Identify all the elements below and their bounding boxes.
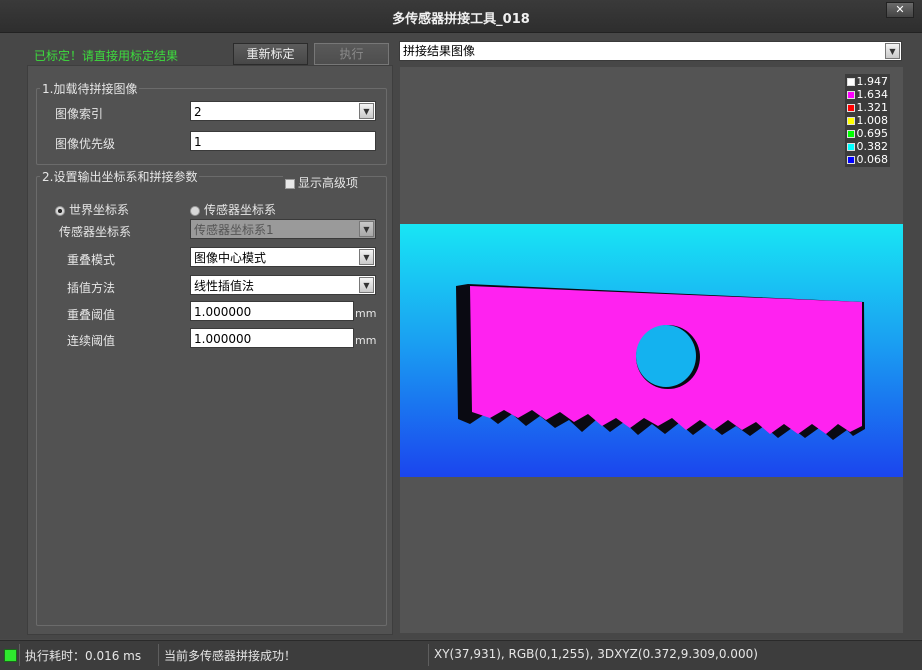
result-image-select-value: 拼接结果图像 [403,44,476,58]
legend-swatch [846,156,855,164]
overlap-mode-label: 重叠模式 [67,253,116,267]
image-priority-label: 图像优先级 [55,137,116,151]
legend-value: 1.008 [856,114,889,127]
sensor-coord-label: 传感器坐标系 [204,203,277,217]
show-advanced-label: 显示高级项 [298,176,359,190]
chevron-down-icon[interactable]: ▼ [359,103,374,119]
interp-value: 线性插值法 [194,279,255,293]
interp-select[interactable]: 线性插值法 ▼ [190,275,376,295]
legend-swatch [846,130,855,138]
execute-button[interactable]: 执行 [314,43,389,65]
image-index-value: 2 [194,105,202,119]
pixel-info: XY(37,931), RGB(0,1,255), 3DXYZ(0.372,9.… [434,647,758,661]
continuity-threshold-label: 连续阈值 [67,334,116,348]
status-bar: 执行耗时：0.016 ms 当前多传感器拼接成功！ XY(37,931), RG… [0,640,922,670]
chevron-down-icon[interactable]: ▼ [885,43,900,59]
radio-unselected-icon[interactable] [190,205,200,216]
settings-panel: 1.加载待拼接图像 图像索引 2 ▼ 图像优先级 1 2.设置输出坐标系和拼接参… [27,65,393,635]
overlap-threshold-input[interactable]: 1.000000 [190,301,354,321]
legend-entry: 1.634 [846,88,889,101]
legend-entry: 0.695 [846,127,889,140]
legend-value: 1.634 [856,88,889,101]
overlap-threshold-label: 重叠阈值 [67,308,116,322]
legend-entry: 1.008 [846,114,889,127]
legend-value: 1.321 [856,101,889,114]
result-image-select[interactable]: 拼接结果图像 ▼ [399,41,902,61]
legend-entry: 0.068 [846,153,889,166]
status-message: 当前多传感器拼接成功！ [164,649,297,663]
legend-swatch [846,143,855,151]
divider [158,644,159,666]
main-area: 已标定！请直接用标定结果 重新标定 执行 1.加载待拼接图像 图像索引 2 ▼ … [0,33,922,639]
exec-time: 执行耗时：0.016 ms [25,649,142,663]
sensor-coord-radio[interactable]: 传感器坐标系 [190,201,276,218]
legend-entry: 0.382 [846,140,889,153]
legend-value: 0.382 [856,140,889,153]
status-led-icon [4,649,17,662]
window-title: 多传感器拼接工具_018 [392,12,530,27]
world-coord-label: 世界坐标系 [69,203,130,217]
divider [19,644,20,666]
world-coord-radio[interactable]: 世界坐标系 [55,201,129,218]
overlap-threshold-unit: mm [355,307,377,320]
image-viewer[interactable]: 1.947 1.634 1.321 1.008 0.695 0.382 0.068 [400,67,903,633]
stitched-result-image[interactable] [400,224,903,477]
output-params-group [36,176,387,626]
calibration-status: 已标定！请直接用标定结果 [34,49,179,63]
radio-selected-icon[interactable] [55,205,65,216]
chevron-down-icon[interactable]: ▼ [359,277,374,293]
overlap-mode-select[interactable]: 图像中心模式 ▼ [190,247,376,267]
image-index-select[interactable]: 2 ▼ [190,101,376,121]
close-button[interactable]: ✕ [886,2,914,18]
color-legend: 1.947 1.634 1.321 1.008 0.695 0.382 0.068 [844,74,890,167]
sensor-coord-select-value: 传感器坐标系1 [194,223,274,237]
legend-value: 0.068 [856,153,889,166]
load-image-group [36,88,387,165]
output-params-group-title: 2.设置输出坐标系和拼接参数 [40,168,200,185]
continuity-threshold-input[interactable]: 1.000000 [190,328,354,348]
legend-value: 1.947 [856,75,889,88]
sensor-coord-field-label: 传感器坐标系 [59,225,132,239]
legend-value: 0.695 [856,127,889,140]
legend-swatch [846,104,855,112]
legend-entry: 1.321 [846,101,889,114]
recalibrate-button[interactable]: 重新标定 [233,43,308,65]
title-bar: 多传感器拼接工具_018 ✕ [0,0,922,33]
checkbox-box[interactable] [285,178,295,189]
overlap-mode-value: 图像中心模式 [194,251,267,265]
legend-swatch [846,117,855,125]
legend-swatch [846,78,855,86]
divider [428,644,429,666]
interp-label: 插值方法 [67,281,116,295]
show-advanced-checkbox[interactable]: 显示高级项 [283,174,361,191]
continuity-threshold-unit: mm [355,334,377,347]
legend-entry: 1.947 [846,75,889,88]
legend-swatch [846,91,855,99]
image-index-label: 图像索引 [55,107,104,121]
chevron-down-icon[interactable]: ▼ [359,221,374,237]
image-priority-input[interactable]: 1 [190,131,376,151]
load-image-group-title: 1.加载待拼接图像 [40,80,140,97]
sensor-coord-select[interactable]: 传感器坐标系1 ▼ [190,219,376,239]
chevron-down-icon[interactable]: ▼ [359,249,374,265]
